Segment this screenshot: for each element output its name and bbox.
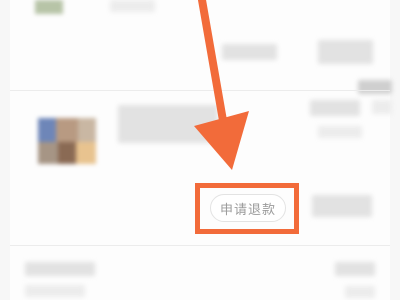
- blurred-price: [310, 100, 360, 116]
- blurred-text: [358, 80, 392, 94]
- request-refund-label: 申请退款: [219, 202, 276, 218]
- row-divider: [10, 245, 390, 246]
- blurred-price: [222, 44, 277, 60]
- blurred-text: [110, 0, 155, 12]
- blurred-price: [335, 262, 375, 276]
- request-refund-button[interactable]: 申请退款: [210, 194, 286, 222]
- blurred-text: [25, 285, 85, 297]
- row-divider: [10, 90, 390, 91]
- blurred-button: [312, 195, 372, 217]
- product-thumbnail-top: [35, 0, 63, 14]
- blurred-text: [25, 262, 95, 276]
- blurred-text: [345, 286, 375, 298]
- blurred-price: [318, 40, 373, 64]
- blurred-product-title: [118, 105, 218, 143]
- blurred-text: [318, 126, 362, 138]
- blurred-text: [372, 100, 392, 114]
- product-thumbnail: [38, 118, 96, 164]
